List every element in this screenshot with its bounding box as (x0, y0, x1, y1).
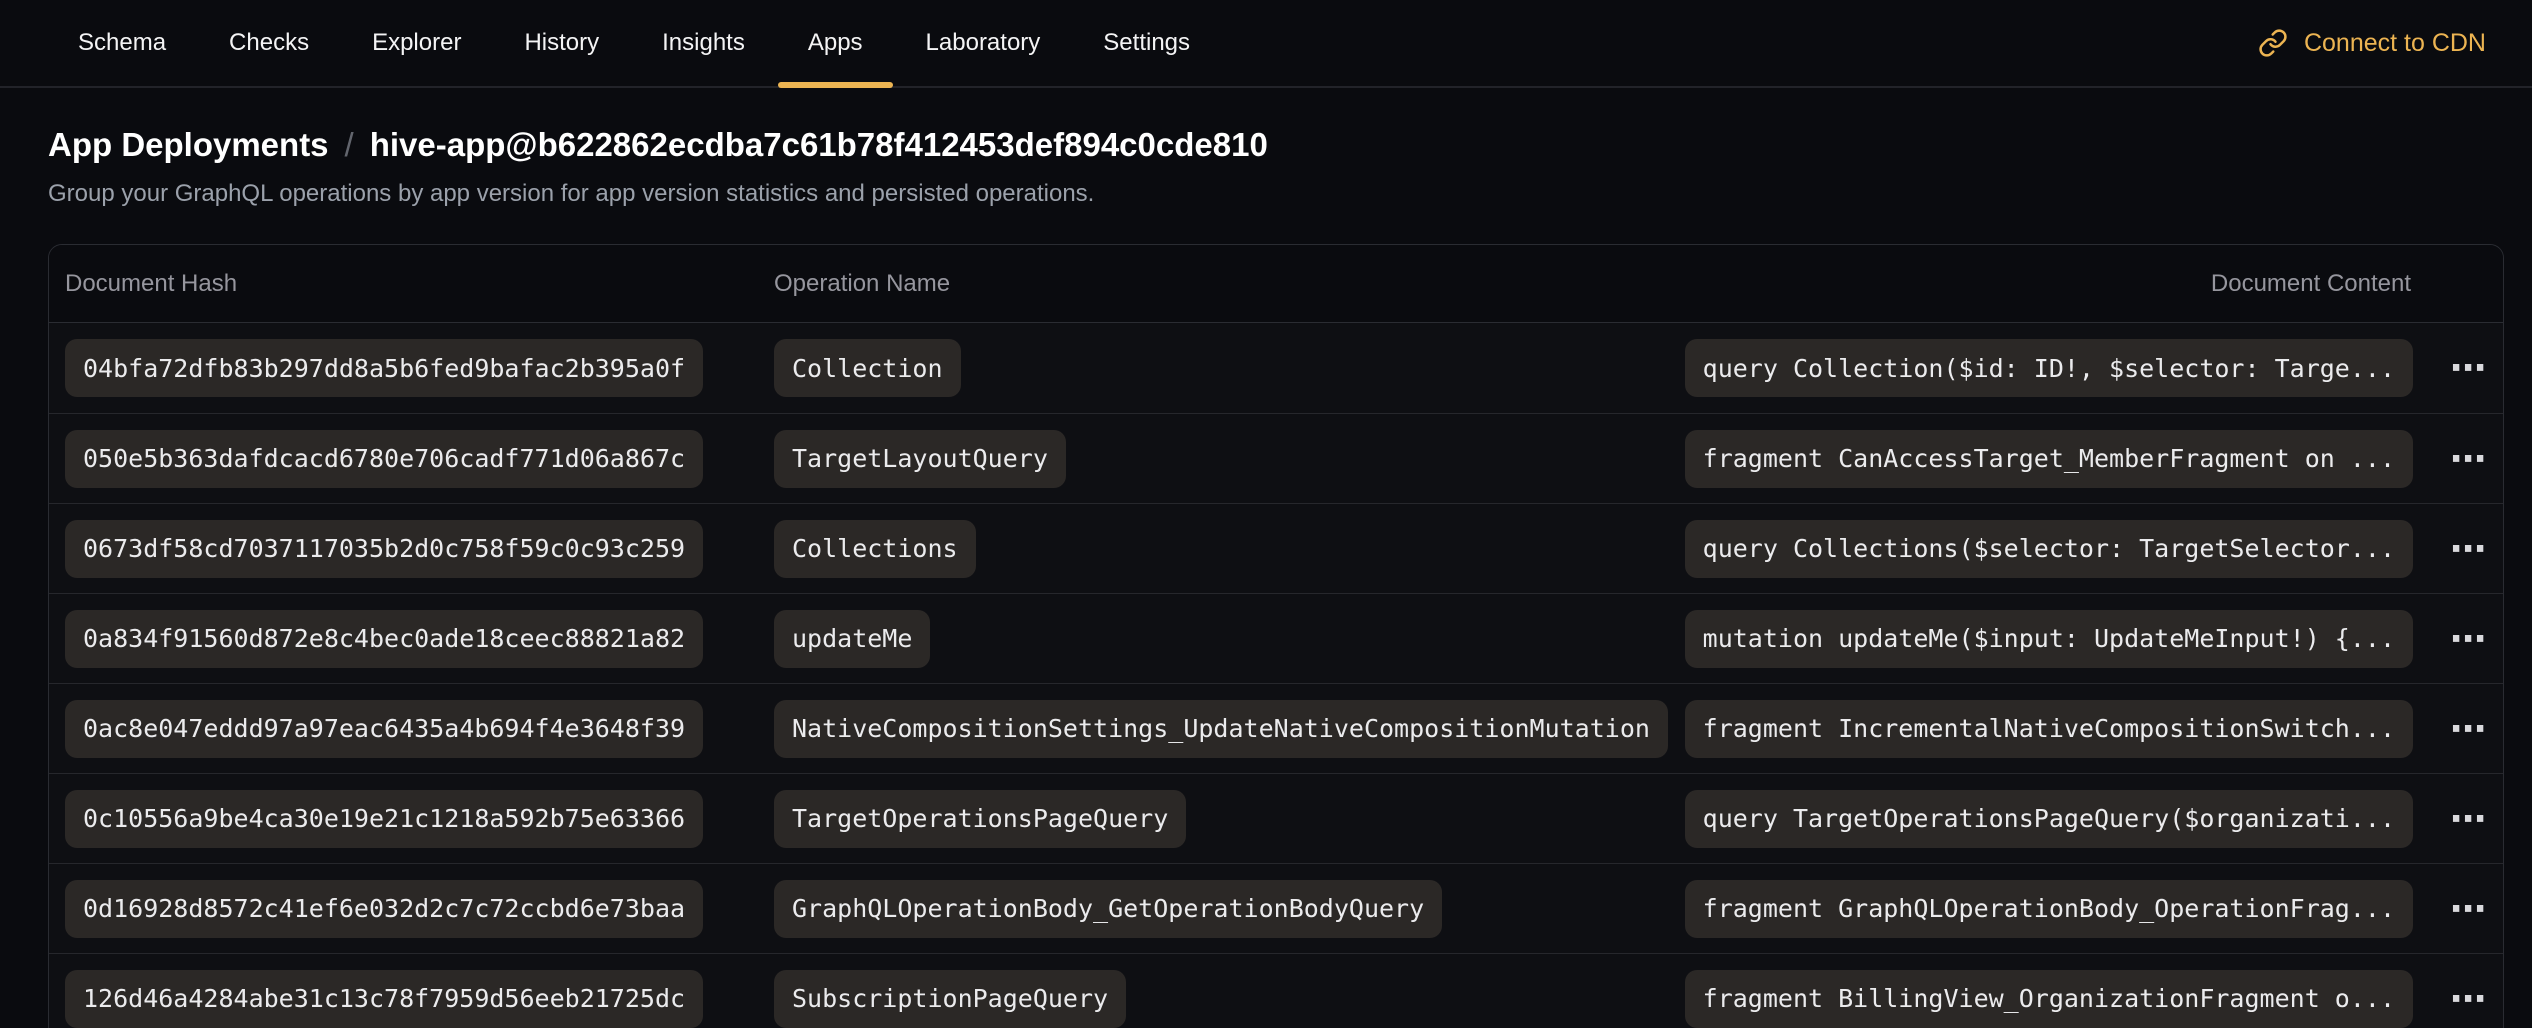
table-row: 050e5b363dafdcacd6780e706cadf771d06a867c… (49, 413, 2503, 503)
tab-insights[interactable]: Insights (662, 0, 745, 86)
connect-to-cdn-label: Connect to CDN (2304, 29, 2486, 58)
operation-name-value: updateMe (774, 610, 930, 668)
tab-schema[interactable]: Schema (78, 0, 166, 86)
row-menu-button[interactable]: ⋯ (2449, 711, 2489, 747)
document-hash-value: 050e5b363dafdcacd6780e706cadf771d06a867c (65, 430, 703, 488)
tab-label: Settings (1103, 29, 1190, 57)
table-row: 0a834f91560d872e8c4bec0ade18ceec88821a82… (49, 593, 2503, 683)
document-content-value: query Collections($selector: TargetSelec… (1685, 520, 2413, 578)
tab-label: History (524, 29, 599, 57)
column-header-document-hash: Document Hash (49, 270, 774, 298)
page-header: App Deployments / hive-app@b622862ecdba7… (0, 88, 2532, 208)
document-hash-value: 0c10556a9be4ca30e19e21c1218a592b75e63366 (65, 790, 703, 848)
operation-name-value: NativeCompositionSettings_UpdateNativeCo… (774, 700, 1668, 758)
tab-apps[interactable]: Apps (808, 0, 863, 86)
row-menu-button[interactable]: ⋯ (2449, 441, 2489, 477)
table-header-row: Document Hash Operation Name Document Co… (49, 245, 2503, 323)
breadcrumb-root[interactable]: App Deployments (48, 126, 329, 164)
tab-settings[interactable]: Settings (1103, 0, 1190, 86)
row-menu-button[interactable]: ⋯ (2449, 981, 2489, 1017)
operation-name-value: Collection (774, 339, 961, 397)
breadcrumb-current: hive-app@b622862ecdba7c61b78f412453def89… (370, 126, 1268, 164)
nav-tabs: Schema Checks Explorer History Insights … (78, 0, 1190, 86)
column-header-document-content: Document Content (2211, 270, 2503, 298)
tab-laboratory[interactable]: Laboratory (926, 0, 1041, 86)
document-content-value: mutation updateMe($input: UpdateMeInput!… (1685, 610, 2413, 668)
document-content-value: query TargetOperationsPageQuery($organiz… (1685, 790, 2413, 848)
connect-to-cdn-button[interactable]: Connect to CDN (2258, 28, 2486, 58)
tab-explorer[interactable]: Explorer (372, 0, 461, 86)
table-row: 0c10556a9be4ca30e19e21c1218a592b75e63366… (49, 773, 2503, 863)
tab-label: Schema (78, 29, 166, 57)
document-content-value: fragment IncrementalNativeCompositionSwi… (1685, 700, 2413, 758)
table-row: 126d46a4284abe31c13c78f7959d56eeb21725dc… (49, 953, 2503, 1028)
row-menu-button[interactable]: ⋯ (2449, 801, 2489, 837)
row-menu-button[interactable]: ⋯ (2449, 891, 2489, 927)
tab-label: Laboratory (926, 29, 1041, 57)
tab-history[interactable]: History (524, 0, 599, 86)
documents-table: Document Hash Operation Name Document Co… (48, 244, 2504, 1028)
tab-label: Apps (808, 29, 863, 57)
document-hash-value: 0d16928d8572c41ef6e032d2c7c72ccbd6e73baa (65, 880, 703, 938)
breadcrumb-separator: / (345, 126, 354, 164)
tab-label: Explorer (372, 29, 461, 57)
document-content-value: fragment GraphQLOperationBody_OperationF… (1685, 880, 2413, 938)
operation-name-value: TargetOperationsPageQuery (774, 790, 1186, 848)
operation-name-value: TargetLayoutQuery (774, 430, 1066, 488)
tab-label: Insights (662, 29, 745, 57)
table-row: 0673df58cd7037117035b2d0c758f59c0c93c259… (49, 503, 2503, 593)
table-row: 04bfa72dfb83b297dd8a5b6fed9bafac2b395a0f… (49, 323, 2503, 413)
document-hash-value: 126d46a4284abe31c13c78f7959d56eeb21725dc (65, 970, 703, 1028)
link-icon (2258, 28, 2288, 58)
tab-label: Checks (229, 29, 309, 57)
document-content-value: fragment CanAccessTarget_MemberFragment … (1685, 430, 2413, 488)
column-header-operation-name: Operation Name (774, 270, 2211, 298)
document-hash-value: 04bfa72dfb83b297dd8a5b6fed9bafac2b395a0f (65, 339, 703, 397)
top-navigation: Schema Checks Explorer History Insights … (0, 0, 2532, 88)
operation-name-value: SubscriptionPageQuery (774, 970, 1126, 1028)
operation-name-value: GraphQLOperationBody_GetOperationBodyQue… (774, 880, 1442, 938)
breadcrumb: App Deployments / hive-app@b622862ecdba7… (48, 126, 2484, 164)
document-content-value: query Collection($id: ID!, $selector: Ta… (1685, 339, 2413, 397)
page-subtitle: Group your GraphQL operations by app ver… (48, 180, 2484, 208)
table-row: 0ac8e047eddd97a97eac6435a4b694f4e3648f39… (49, 683, 2503, 773)
tab-checks[interactable]: Checks (229, 0, 309, 86)
active-tab-indicator (778, 82, 893, 88)
row-menu-button[interactable]: ⋯ (2449, 350, 2489, 386)
row-menu-button[interactable]: ⋯ (2449, 621, 2489, 657)
document-hash-value: 0ac8e047eddd97a97eac6435a4b694f4e3648f39 (65, 700, 703, 758)
document-hash-value: 0a834f91560d872e8c4bec0ade18ceec88821a82 (65, 610, 703, 668)
row-menu-button[interactable]: ⋯ (2449, 531, 2489, 567)
table-row: 0d16928d8572c41ef6e032d2c7c72ccbd6e73baa… (49, 863, 2503, 953)
document-content-value: fragment BillingView_OrganizationFragmen… (1685, 970, 2413, 1028)
operation-name-value: Collections (774, 520, 976, 578)
document-hash-value: 0673df58cd7037117035b2d0c758f59c0c93c259 (65, 520, 703, 578)
